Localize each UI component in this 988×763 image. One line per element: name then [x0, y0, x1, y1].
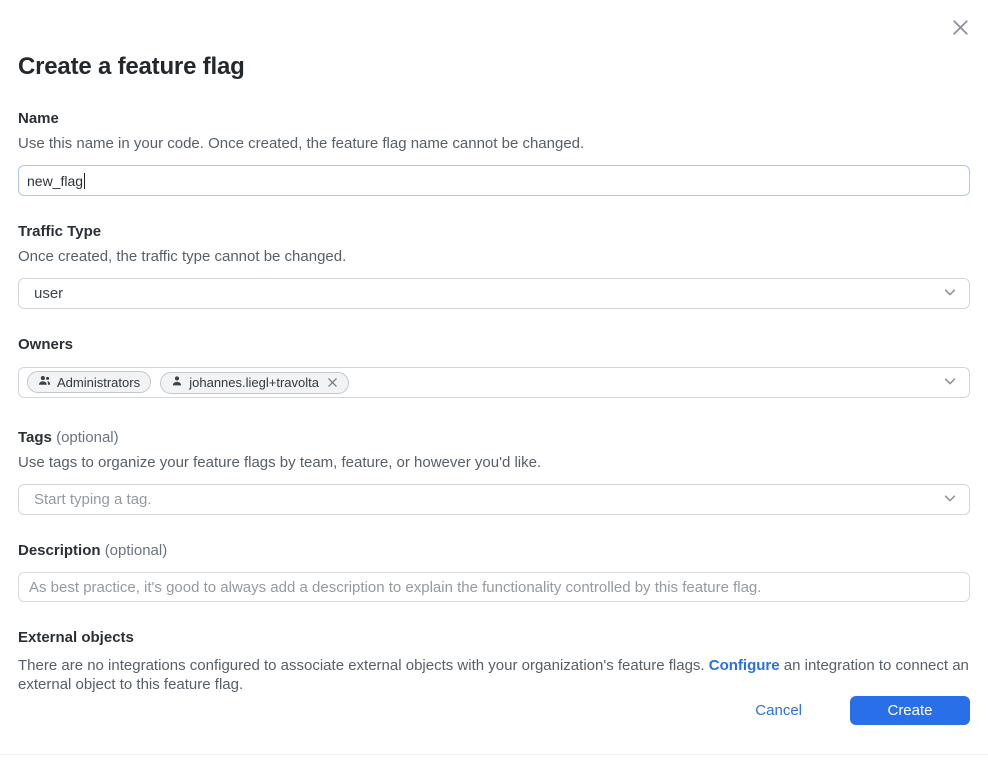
close-icon [950, 17, 971, 41]
owners-select[interactable]: Administrators johannes.liegl+travolta [18, 367, 970, 398]
name-input[interactable]: new_flag [18, 165, 970, 196]
create-feature-flag-modal: Create a feature flag Name Use this name… [0, 0, 988, 763]
chevron-down-icon [943, 491, 957, 509]
traffic-type-label: Traffic Type [18, 222, 970, 241]
external-objects-label: External objects [18, 628, 970, 647]
user-icon [171, 375, 183, 390]
owner-chip-label: johannes.liegl+travolta [189, 375, 319, 390]
create-button[interactable]: Create [850, 696, 970, 725]
external-objects-text: There are no integrations configured to … [18, 656, 970, 694]
description-placeholder: As best practice, it's good to always ad… [29, 579, 761, 596]
remove-owner-icon[interactable] [327, 377, 338, 388]
description-optional-hint: (optional) [105, 542, 168, 559]
chevron-down-icon [943, 374, 957, 392]
tags-field-group: Tags (optional) Use tags to organize you… [18, 428, 970, 515]
owner-chip-user[interactable]: johannes.liegl+travolta [160, 372, 349, 394]
traffic-type-field-group: Traffic Type Once created, the traffic t… [18, 222, 970, 309]
description-label: Description (optional) [18, 541, 970, 560]
traffic-type-helper-text: Once created, the traffic type cannot be… [18, 247, 970, 267]
owner-chip-label: Administrators [57, 375, 140, 390]
text-cursor [84, 173, 85, 189]
name-helper-text: Use this name in your code. Once created… [18, 134, 970, 154]
footer-divider [0, 754, 988, 755]
modal-footer: Cancel Create [755, 696, 970, 725]
cancel-button[interactable]: Cancel [755, 702, 802, 719]
owners-label: Owners [18, 335, 970, 354]
close-button[interactable] [948, 17, 972, 41]
traffic-type-selected-value: user [34, 285, 943, 302]
owner-chip-administrators[interactable]: Administrators [27, 371, 151, 393]
name-label: Name [18, 109, 970, 128]
name-field-group: Name Use this name in your code. Once cr… [18, 109, 970, 196]
description-input[interactable]: As best practice, it's good to always ad… [18, 572, 970, 602]
tags-label: Tags (optional) [18, 428, 970, 447]
external-objects-section: External objects There are no integratio… [18, 628, 970, 694]
configure-link[interactable]: Configure [709, 657, 780, 674]
owners-field-group: Owners Administrators [18, 335, 970, 398]
chevron-down-icon [943, 285, 957, 303]
name-input-value: new_flag [27, 173, 83, 189]
tags-input[interactable]: Start typing a tag. [18, 484, 970, 515]
tags-optional-hint: (optional) [56, 429, 119, 446]
modal-title: Create a feature flag [18, 0, 970, 82]
tags-helper-text: Use tags to organize your feature flags … [18, 453, 970, 473]
group-icon [38, 374, 51, 390]
traffic-type-select[interactable]: user [18, 278, 970, 309]
description-field-group: Description (optional) As best practice,… [18, 541, 970, 602]
tags-placeholder: Start typing a tag. [34, 491, 943, 508]
